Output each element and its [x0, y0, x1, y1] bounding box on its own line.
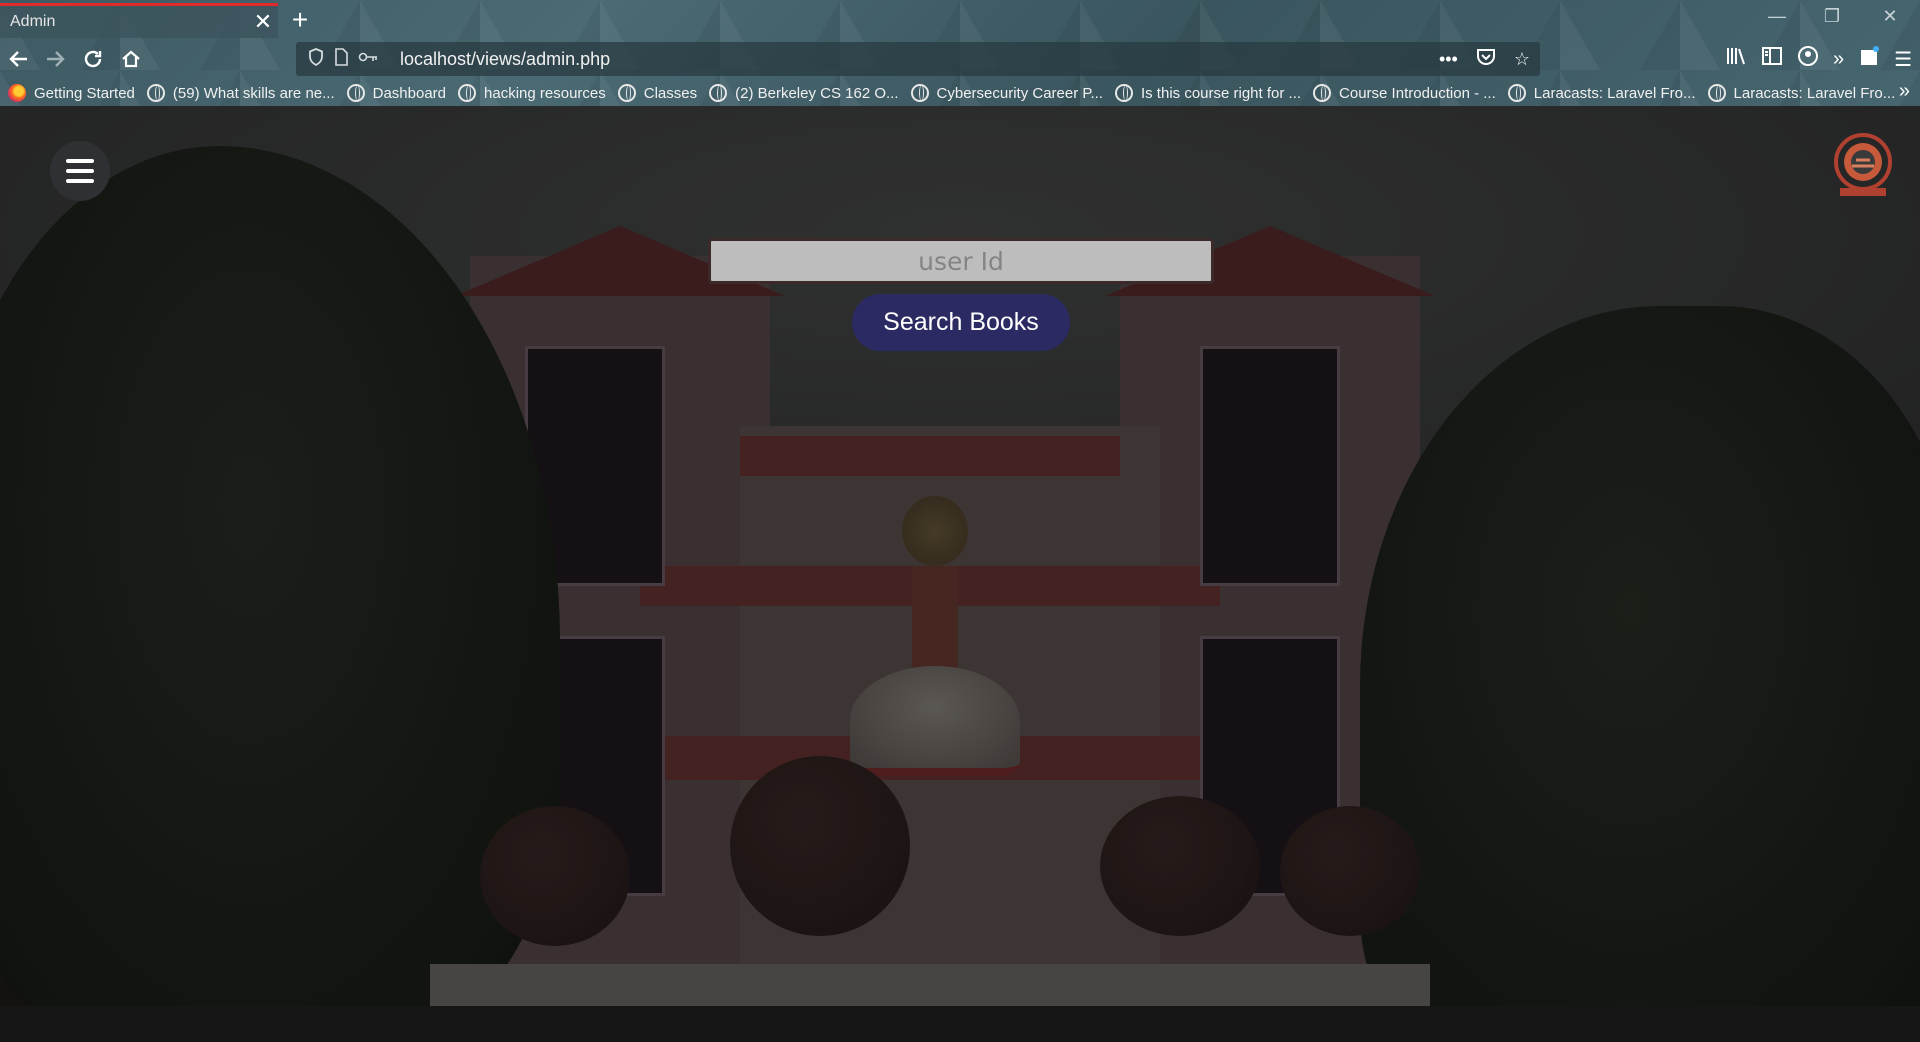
- hamburger-menu-icon[interactable]: ☰: [1894, 47, 1912, 72]
- globe-icon: [1313, 84, 1332, 102]
- bookmark-label: (59) What skills are ne...: [172, 84, 335, 102]
- tab-admin[interactable]: Admin ✕: [0, 3, 278, 38]
- bookmark-item[interactable]: (59) What skills are ne...: [146, 84, 335, 102]
- page-content: Search Books: [0, 106, 1920, 1042]
- bookmark-star-icon[interactable]: ☆: [1514, 49, 1530, 70]
- menu-bar: [66, 179, 94, 183]
- tab-title: Admin: [10, 13, 56, 30]
- minimize-icon[interactable]: —: [1753, 6, 1801, 34]
- globe-icon: [146, 84, 165, 102]
- hamburger-menu-button[interactable]: [50, 141, 110, 201]
- new-tab-icon[interactable]: +: [285, 6, 315, 36]
- overflow-chevron-icon[interactable]: »: [1833, 48, 1844, 71]
- bookmark-label: (2) Berkeley CS 162 O...: [735, 84, 899, 102]
- tab-strip: Admin ✕ + — ❐ ✕: [0, 0, 1920, 38]
- bookmarks-overflow-icon[interactable]: »: [1899, 80, 1910, 103]
- bookmark-item[interactable]: hacking resources: [458, 84, 606, 102]
- close-tab-icon[interactable]: ✕: [248, 7, 278, 37]
- bookmark-label: Cybersecurity Career P...: [936, 84, 1103, 102]
- browser-chrome: Admin ✕ + — ❐ ✕ localhost/views/admin.ph…: [0, 0, 1920, 106]
- bookmark-item[interactable]: Classes: [617, 84, 698, 102]
- back-icon[interactable]: [4, 44, 34, 74]
- more-actions-icon[interactable]: •••: [1439, 49, 1458, 70]
- bookmark-item[interactable]: Dashboard: [346, 84, 447, 102]
- search-form: Search Books: [708, 238, 1214, 351]
- account-icon[interactable]: [1797, 45, 1819, 73]
- url-text: localhost/views/admin.php: [400, 48, 611, 69]
- globe-icon: [346, 84, 365, 102]
- bookmark-label: Dashboard: [372, 84, 447, 102]
- bookmark-label: Laracasts: Laravel Fro...: [1733, 84, 1896, 102]
- search-books-button[interactable]: Search Books: [852, 294, 1070, 351]
- library-icon[interactable]: [1725, 46, 1747, 72]
- extensions-icon[interactable]: [1858, 45, 1880, 73]
- menu-bar: [66, 169, 94, 173]
- bookmark-label: Is this course right for ...: [1140, 84, 1302, 102]
- globe-icon: [458, 84, 477, 102]
- firefox-icon: [8, 84, 26, 102]
- bookmark-label: Laracasts: Laravel Fro...: [1533, 84, 1696, 102]
- globe-icon: [1707, 84, 1726, 102]
- user-id-input[interactable]: [708, 238, 1214, 284]
- university-logo: [1832, 132, 1894, 202]
- globe-icon: [709, 84, 728, 102]
- pocket-icon[interactable]: [1476, 48, 1496, 71]
- page-icon[interactable]: [334, 47, 348, 71]
- globe-icon: [910, 84, 929, 102]
- globe-icon: [617, 84, 636, 102]
- key-icon[interactable]: [358, 50, 378, 69]
- forward-icon[interactable]: [40, 44, 70, 74]
- bookmark-item[interactable]: Is this course right for ...: [1114, 84, 1302, 102]
- bookmarks-bar: Getting Started (59) What skills are ne.…: [0, 80, 1920, 106]
- sidebar-icon[interactable]: [1761, 46, 1783, 72]
- globe-icon: [1507, 84, 1526, 102]
- bookmark-label: Getting Started: [34, 84, 135, 102]
- shield-icon[interactable]: [308, 47, 324, 71]
- bookmark-item[interactable]: Course Introduction - ...: [1313, 84, 1496, 102]
- globe-icon: [1114, 84, 1133, 102]
- bookmark-item[interactable]: (2) Berkeley CS 162 O...: [709, 84, 899, 102]
- bookmark-item[interactable]: Laracasts: Laravel Fro...: [1507, 84, 1696, 102]
- address-bar[interactable]: localhost/views/admin.php ••• ☆: [296, 42, 1540, 76]
- home-icon[interactable]: [116, 44, 146, 74]
- restore-icon[interactable]: ❐: [1808, 6, 1856, 34]
- bookmark-item[interactable]: Getting Started: [8, 84, 135, 102]
- bookmark-label: Course Introduction - ...: [1339, 84, 1496, 102]
- toolbar-right: » ☰: [1725, 44, 1912, 74]
- close-window-icon[interactable]: ✕: [1866, 6, 1914, 34]
- reload-icon[interactable]: [78, 44, 108, 74]
- navigation-bar: localhost/views/admin.php ••• ☆ » ☰: [0, 38, 1920, 80]
- bookmark-item[interactable]: Laracasts: Laravel Fro...: [1707, 84, 1896, 102]
- bookmark-label: Classes: [643, 84, 698, 102]
- bookmark-label: hacking resources: [484, 84, 606, 102]
- bookmark-item[interactable]: Cybersecurity Career P...: [910, 84, 1103, 102]
- menu-bar: [66, 159, 94, 163]
